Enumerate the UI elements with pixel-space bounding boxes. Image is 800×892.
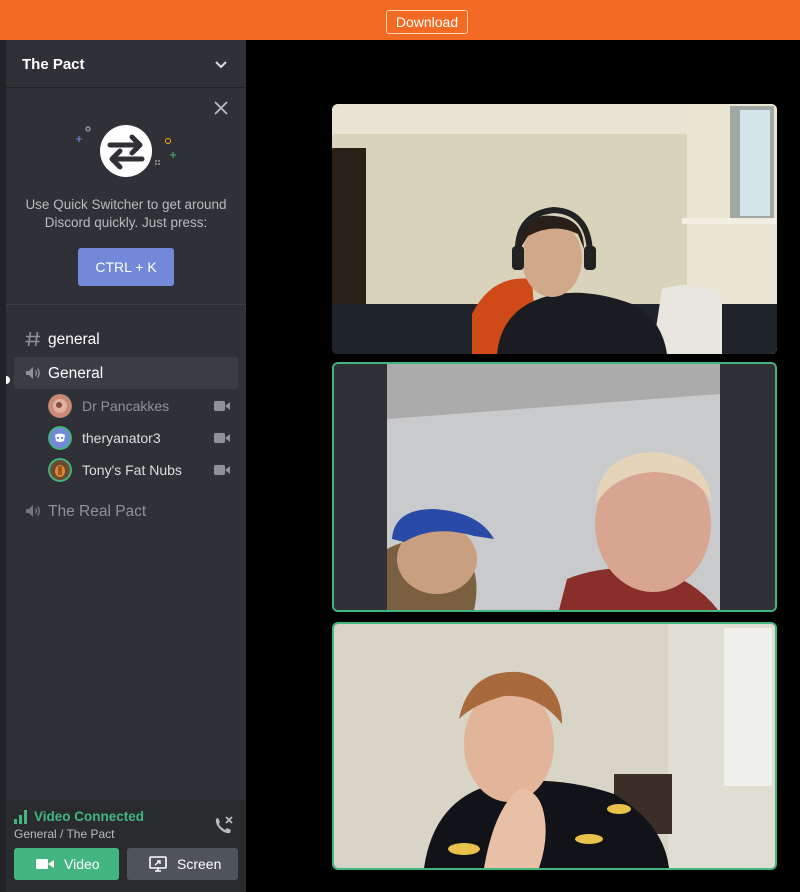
avatar (48, 458, 72, 482)
voice-user[interactable]: theryanator3 (48, 424, 238, 452)
server-name: The Pact (22, 56, 85, 73)
video-button-label: Video (64, 856, 100, 872)
quick-switcher-tip: Use Quick Switcher to get around Discord… (6, 89, 246, 305)
channel-sidebar: The Pact Use Quick Switcher to get aroun… (6, 40, 246, 892)
chevron-down-icon (215, 61, 227, 69)
camera-icon (214, 433, 230, 443)
video-grid (246, 40, 800, 892)
voice-location[interactable]: General / The Pact (14, 827, 115, 841)
disconnect-call-icon[interactable] (212, 814, 234, 836)
channel-label: The Real Pact (48, 503, 147, 520)
webcam-feed (332, 104, 777, 354)
avatar (48, 426, 72, 450)
screen-button-label: Screen (177, 856, 222, 872)
webcam-feed (334, 624, 775, 868)
voice-user[interactable]: Dr Pancakkes (48, 392, 238, 420)
voice-connection-panel: Video Connected General / The Pact Video… (6, 800, 246, 892)
server-header[interactable]: The Pact (6, 40, 246, 88)
screen-share-button[interactable]: Screen (127, 848, 238, 880)
voice-status-title: Video Connected (34, 809, 145, 824)
camera-icon (214, 401, 230, 411)
channel-the-real-pact[interactable]: The Real Pact (14, 495, 238, 527)
channel-general-text[interactable]: general (14, 323, 238, 355)
camera-icon (36, 859, 54, 869)
video-tile[interactable] (332, 362, 777, 612)
webcam-feed (334, 364, 775, 610)
channel-label: General (48, 365, 104, 382)
quick-switcher-arrows-icon (76, 125, 176, 177)
unread-indicator (6, 376, 10, 384)
voice-user-name: theryanator3 (82, 430, 161, 446)
video-button[interactable]: Video (14, 848, 119, 880)
shortcut-button[interactable]: CTRL + K (78, 248, 174, 286)
screen-share-icon (149, 856, 167, 872)
speaker-icon (26, 367, 40, 379)
avatar (48, 394, 72, 418)
quick-switcher-text: Use Quick Switcher to get around Discord… (25, 197, 227, 230)
hash-icon (25, 331, 40, 347)
channel-general-voice[interactable]: General (14, 357, 238, 389)
channel-label: general (48, 331, 100, 348)
voice-user-name: Tony's Fat Nubs (82, 462, 182, 478)
video-tile[interactable] (332, 622, 777, 870)
download-button[interactable]: Download (386, 10, 468, 34)
close-icon[interactable] (212, 99, 230, 117)
voice-user-name: Dr Pancakkes (82, 398, 170, 414)
voice-user[interactable]: Tony's Fat Nubs (48, 456, 238, 484)
signal-bars-icon (14, 810, 27, 824)
video-tile[interactable] (332, 104, 777, 354)
speaker-icon (26, 505, 40, 517)
camera-icon (214, 465, 230, 475)
download-banner: Download (0, 0, 800, 40)
